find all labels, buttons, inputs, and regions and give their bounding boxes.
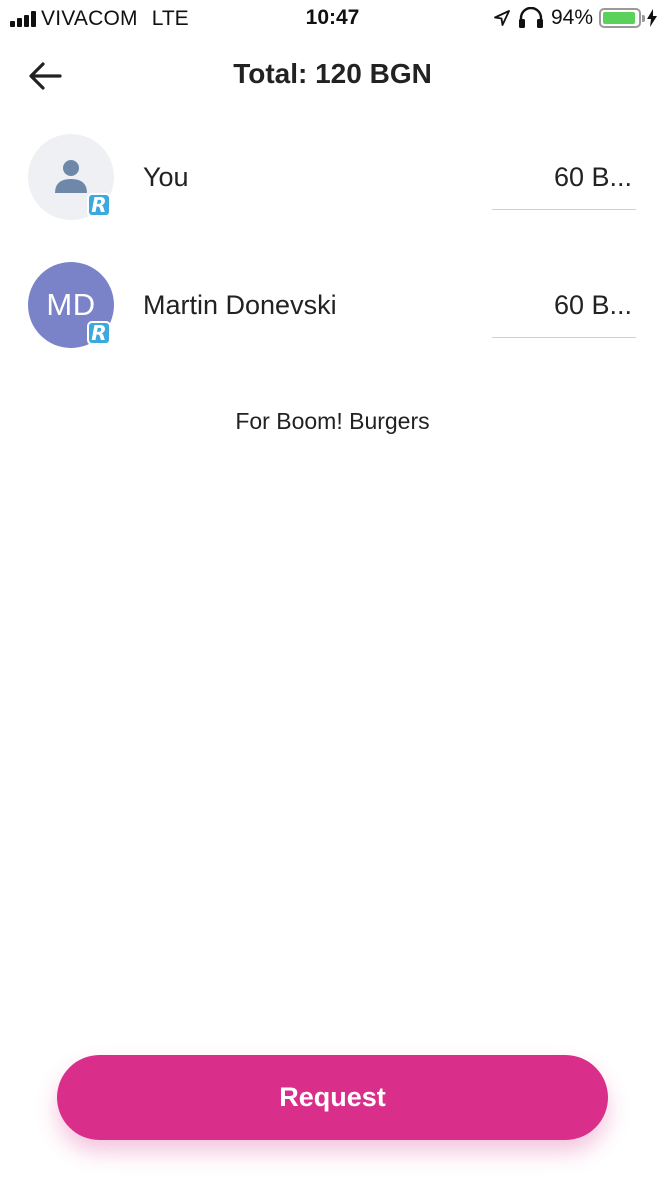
amount-value: 60 B... [553,290,632,320]
status-bar: VIVACOM LTE 10:47 94% [0,0,665,38]
amount-value: 60 B... [553,162,632,192]
r-badge-icon: R [87,321,111,345]
avatar-initials: MD [46,287,96,322]
headphones-icon [518,7,543,28]
request-button[interactable]: Request [57,1055,608,1140]
amount-input[interactable]: 60 B... [492,154,636,210]
battery-level [603,12,635,24]
participant-name: You [143,162,189,192]
page-title: Total: 120 BGN [233,58,432,89]
amount-input[interactable]: 60 B... [492,282,636,338]
request-description: For Boom! Burgers [235,408,430,434]
participant-row: MD R Martin Donevski 60 B... [0,256,665,356]
status-right: 94% [493,6,657,30]
person-icon [55,160,87,193]
participant-row: R You 60 B... [0,128,665,228]
battery-icon [599,8,645,28]
participant-name: Martin Donevski [143,290,337,320]
r-badge-icon: R [87,193,111,217]
location-arrow-icon [494,10,510,26]
header: Total: 120 BGN [0,48,665,104]
charging-bolt-icon [647,9,657,27]
battery-percent: 94% [550,6,593,29]
